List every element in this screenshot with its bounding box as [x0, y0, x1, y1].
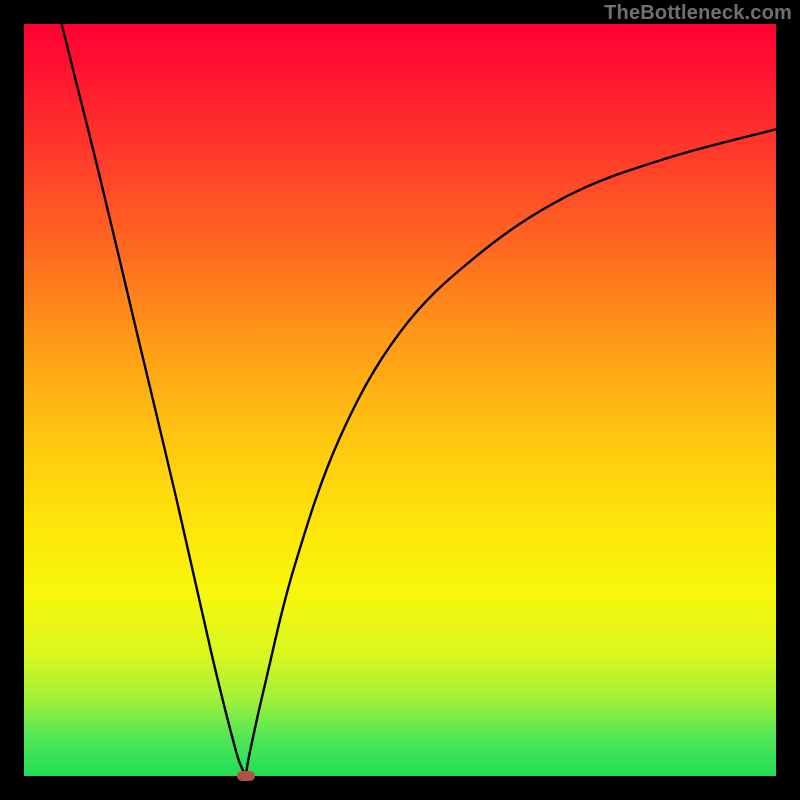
watermark-text: TheBottleneck.com: [604, 2, 792, 25]
chart-frame: TheBottleneck.com: [0, 0, 800, 800]
curve-left-path: [62, 24, 246, 776]
curve-svg: [24, 24, 776, 776]
curve-right-path: [246, 129, 776, 776]
minimum-marker: [237, 771, 255, 781]
plot-area: [24, 24, 776, 776]
